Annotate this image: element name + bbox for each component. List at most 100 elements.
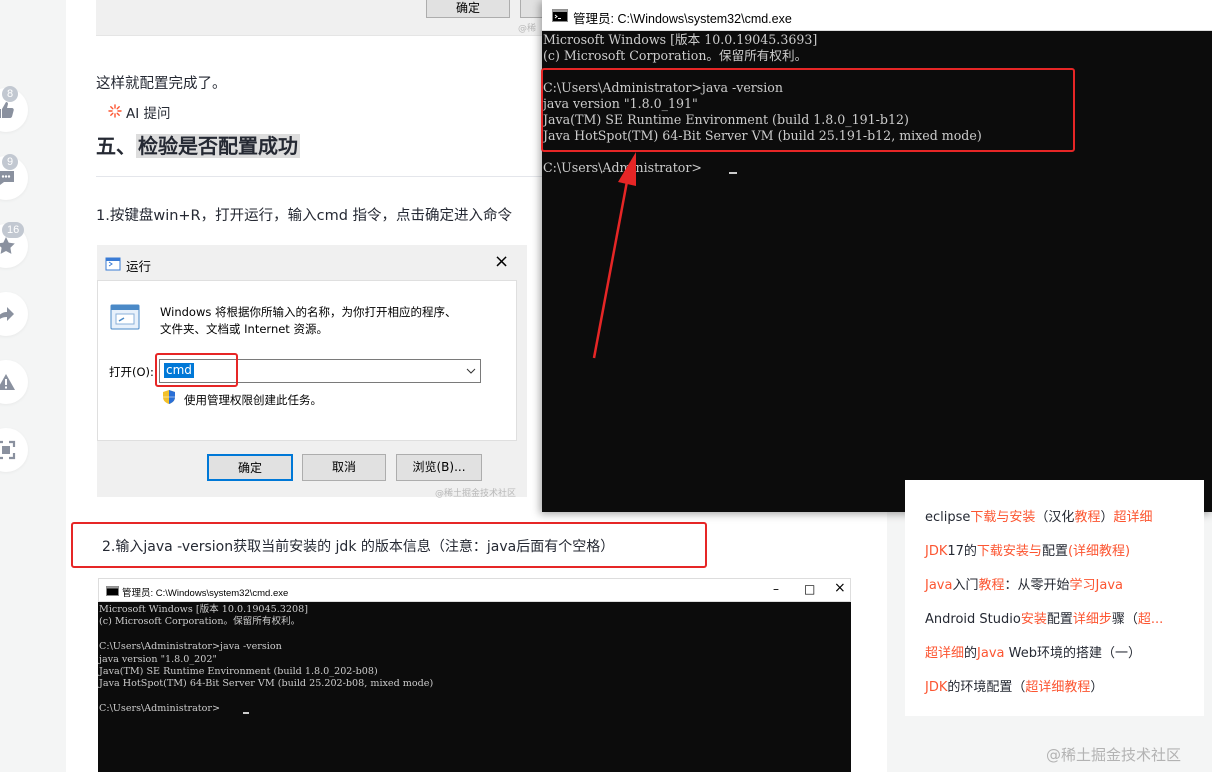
run-icon (105, 257, 121, 271)
top-watermark: @稀 (518, 24, 537, 34)
cmd-line-2: (c) Microsoft Corporation。保留所有权利。 (543, 48, 808, 63)
run-big-icon (110, 304, 140, 330)
step2-text: 2.输入java -version获取当前安装的 jdk 的版本信息（注意：ja… (102, 539, 615, 555)
link-segment: ：从零开始 (1004, 578, 1070, 593)
link-segment: JDK (925, 680, 948, 695)
run-panel: Windows 将根据你所输入的名称，为你打开相应的程序、 文件夹、文档或 In… (97, 280, 517, 441)
heading-divider (96, 176, 546, 177)
link-segment: 超... (1137, 612, 1164, 627)
section-heading: 五、 检验是否配置成功 (96, 130, 300, 159)
small-cmd-titlebar: 管理员: C:\Windows\system32\cmd.exe – □ × (98, 578, 851, 602)
run-watermark: @稀土掘金技术社区 (435, 489, 517, 499)
collect-button[interactable]: 16 (0, 222, 28, 268)
small-cmd-line-6: Java(TM) SE Runtime Environment (build 1… (99, 666, 378, 677)
thumb-up-icon (0, 102, 14, 118)
link-segment: JDK (925, 544, 948, 559)
step1-text: 1.按键盘win+R，打开运行，输入cmd 指令，点击确定进入命令 (96, 208, 513, 224)
small-cmd-icon (106, 586, 119, 596)
link-segment: 教程 (1074, 510, 1101, 525)
link-segment: 超详细 (925, 646, 965, 661)
run-browse-button: 浏览(B)... (396, 454, 482, 481)
cmd-icon (552, 9, 568, 22)
run-desc-line1: Windows 将根据你所输入的名称，为你打开相应的程序、 (160, 305, 457, 319)
top-confirm-button: 确定 (426, 0, 510, 18)
related-articles: eclipse下载与安装（汉化教程）超详细 JDK17的下载安装与配置(详细教程… (905, 480, 1204, 716)
close-icon: × (834, 580, 846, 596)
fullscreen-button[interactable] (0, 428, 28, 472)
link-segment: 骤（ (1111, 612, 1138, 627)
small-cmd-cursor (243, 712, 249, 714)
cmd-cursor (729, 172, 737, 174)
link-segment: 17的 (947, 544, 977, 559)
link-segment: ） (1100, 510, 1114, 525)
like-button[interactable]: 8 (0, 86, 28, 132)
run-dialog: 运行 × Windows 将根据你所输入的名称，为你打开相应的程序、 文件夹、文… (97, 245, 527, 499)
related-link-4[interactable]: Android Studio安装配置详细步骤（超... (925, 608, 1163, 627)
cmd-screenshot-small: 管理员: C:\Windows\system32\cmd.exe – □ × M… (98, 578, 851, 772)
small-cmd-line-5: java version "1.8.0_202" (99, 653, 217, 665)
collect-count: 16 (2, 222, 25, 238)
minimize-icon: – (773, 582, 779, 596)
link-segment: 学习Java (1069, 578, 1123, 593)
link-segment: 超详细 (1113, 510, 1153, 525)
run-ok-button: 确定 (207, 454, 293, 481)
shield-icon (163, 390, 175, 404)
related-link-5[interactable]: 超详细的Java Web环境的搭建（一） (925, 642, 1141, 661)
small-cmd-line-7: Java HotSpot(TM) 64-Bit Server VM (build… (99, 678, 434, 690)
section-number: 五、 (96, 134, 136, 158)
cmd-title: 管理员: C:\Windows\system32\cmd.exe (573, 12, 792, 26)
link-segment: 配置 (1041, 544, 1068, 559)
ai-ask-label: AI 提问 (126, 106, 171, 122)
link-segment: 下载与安装 (970, 510, 1036, 525)
link-segment: 安装 (1020, 612, 1047, 627)
comment-count: 9 (2, 154, 19, 170)
star-icon (0, 237, 15, 254)
link-segment: Android Studio (925, 612, 1021, 627)
link-segment: 的 (964, 646, 978, 661)
section-title: 检验是否配置成功 (136, 134, 300, 158)
run-cancel-button: 取消 (302, 454, 386, 481)
run-admin-note: 使用管理权限创建此任务。 (184, 393, 322, 407)
small-cmd-line-4: C:\Users\Administrator>java -version (99, 641, 282, 653)
small-cmd-line-2: (c) Microsoft Corporation。保留所有权利。 (99, 616, 301, 628)
link-segment: 下载安装与 (976, 544, 1042, 559)
small-cmd-title: 管理员: C:\Windows\system32\cmd.exe (122, 588, 289, 599)
link-segment: （汉化 (1035, 510, 1075, 525)
sparkle-icon (108, 104, 122, 118)
cmd-titlebar[interactable]: 管理员: C:\Windows\system32\cmd.exe (542, 0, 1212, 31)
comment-icon (0, 171, 14, 185)
warning-icon (0, 374, 15, 390)
share-icon (0, 307, 14, 321)
comment-button[interactable]: 9 (0, 154, 28, 200)
link-segment: 详细步 (1072, 612, 1112, 627)
related-link-1[interactable]: eclipse下载与安装（汉化教程）超详细 (925, 506, 1152, 525)
link-segment: (详细教程) (1067, 544, 1131, 559)
link-segment: 入门 (952, 578, 979, 593)
page-watermark: @稀土掘金技术社区 (1046, 746, 1182, 764)
maximize-icon: □ (804, 582, 816, 596)
fullscreen-icon (0, 440, 16, 460)
share-button[interactable] (0, 292, 28, 336)
link-segment: Web环境的搭建（一） (1004, 646, 1141, 661)
small-cmd-line-9: C:\Users\Administrator> (99, 703, 221, 715)
cmd-line-1: Microsoft Windows [版本 10.0.19045.3693] (543, 32, 818, 47)
chevron-down-icon (466, 368, 476, 374)
link-segment: 的环境配置（ (947, 680, 1026, 695)
red-arrow-annotation (592, 152, 636, 359)
related-link-6[interactable]: JDK的环境配置（超详细教程） (925, 676, 1103, 695)
link-segment: Java (925, 578, 953, 593)
related-link-2[interactable]: JDK17的下载安装与配置(详细教程) (925, 540, 1130, 559)
cmd-highlight-box (155, 353, 238, 387)
run-desc-line2: 文件夹、文档或 Internet 资源。 (160, 322, 328, 336)
link-segment: Java (977, 646, 1005, 661)
ai-ask-button[interactable]: AI 提问 (98, 98, 182, 124)
top-screenshot: 确定 @稀 (96, 0, 556, 36)
report-button[interactable] (0, 360, 28, 404)
related-link-3[interactable]: Java入门教程：从零开始学习Java (925, 574, 1123, 593)
link-segment: 超详细教程 (1025, 680, 1091, 695)
link-segment: 配置 (1046, 612, 1073, 627)
small-cmd-line-1: Microsoft Windows [版本 10.0.19045.3208] (99, 604, 308, 615)
config-done-text: 这样就配置完成了。 (96, 76, 227, 92)
link-segment: eclipse (925, 510, 971, 525)
link-segment: ） (1090, 680, 1104, 695)
